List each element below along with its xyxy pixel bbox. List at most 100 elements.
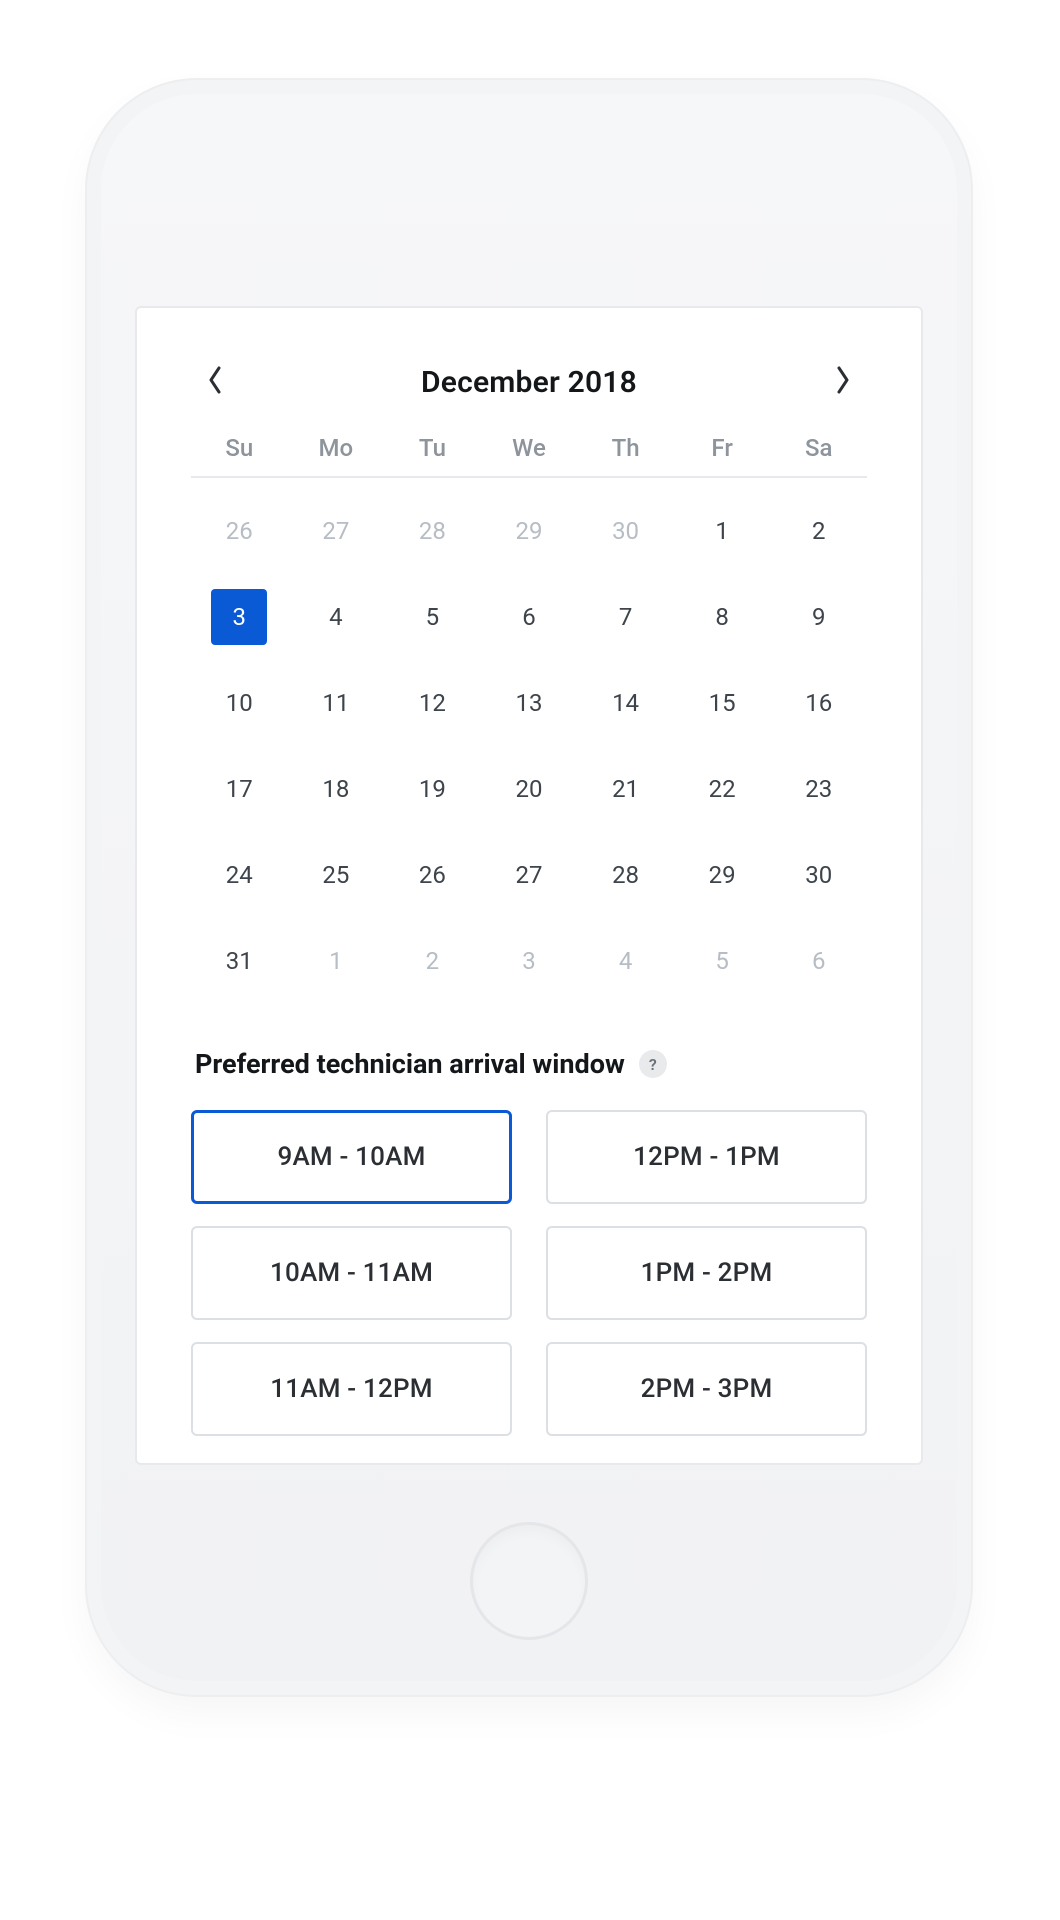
calendar-day[interactable]: 3 [481, 918, 578, 1004]
weekday-label: Th [577, 434, 674, 462]
weekday-label: Su [191, 434, 288, 462]
calendar-grid: 2627282930123456789101112131415161718192… [191, 488, 867, 1004]
calendar-day-label: 15 [694, 675, 750, 731]
calendar-day-label: 3 [501, 933, 557, 989]
calendar-weekday-row: Su Mo Tu We Th Fr Sa [191, 430, 867, 476]
calendar-day[interactable]: 27 [288, 488, 385, 574]
calendar-day[interactable]: 24 [191, 832, 288, 918]
calendar-day[interactable]: 11 [288, 660, 385, 746]
arrival-window-option[interactable]: 1PM - 2PM [546, 1226, 867, 1320]
calendar-day[interactable]: 5 [674, 918, 771, 1004]
calendar-day[interactable]: 5 [384, 574, 481, 660]
calendar-day-label: 21 [598, 761, 654, 817]
calendar-day[interactable]: 2 [770, 488, 867, 574]
calendar-day-label: 6 [791, 933, 847, 989]
calendar-day[interactable]: 20 [481, 746, 578, 832]
calendar-day[interactable]: 22 [674, 746, 771, 832]
calendar-day-label: 31 [211, 933, 267, 989]
calendar-day-label: 2 [791, 503, 847, 559]
calendar-day-label: 3 [211, 589, 267, 645]
calendar-day[interactable]: 10 [191, 660, 288, 746]
phone-frame: December 2018 Su Mo Tu We Th Fr Sa [87, 80, 971, 1695]
arrival-window-option[interactable]: 9AM - 10AM [191, 1110, 512, 1204]
calendar-day[interactable]: 4 [288, 574, 385, 660]
calendar-day[interactable]: 25 [288, 832, 385, 918]
next-month-button[interactable] [823, 362, 863, 402]
calendar-day-label: 24 [211, 847, 267, 903]
calendar-day-label: 5 [694, 933, 750, 989]
calendar-divider [191, 476, 867, 478]
calendar-day[interactable]: 13 [481, 660, 578, 746]
calendar-day-label: 28 [404, 503, 460, 559]
calendar-day[interactable]: 28 [577, 832, 674, 918]
calendar-day-label: 12 [404, 675, 460, 731]
calendar-day[interactable]: 27 [481, 832, 578, 918]
calendar-day[interactable]: 14 [577, 660, 674, 746]
calendar-day[interactable]: 18 [288, 746, 385, 832]
calendar-day[interactable]: 12 [384, 660, 481, 746]
calendar-day[interactable]: 1 [288, 918, 385, 1004]
calendar-day-label: 5 [404, 589, 460, 645]
calendar-day-label: 9 [791, 589, 847, 645]
calendar-day-label: 4 [308, 589, 364, 645]
weekday-label: Fr [674, 434, 771, 462]
calendar-day[interactable]: 19 [384, 746, 481, 832]
weekday-label: Sa [770, 434, 867, 462]
chevron-left-icon [207, 366, 223, 398]
calendar-day[interactable]: 2 [384, 918, 481, 1004]
calendar-day[interactable]: 26 [191, 488, 288, 574]
calendar-day[interactable]: 26 [384, 832, 481, 918]
calendar-day[interactable]: 8 [674, 574, 771, 660]
calendar-day-label: 17 [211, 761, 267, 817]
calendar-day-label: 25 [308, 847, 364, 903]
calendar-day-label: 14 [598, 675, 654, 731]
arrival-window-option[interactable]: 11AM - 12PM [191, 1342, 512, 1436]
calendar-day-label: 2 [404, 933, 460, 989]
screen-card: December 2018 Su Mo Tu We Th Fr Sa [135, 306, 923, 1465]
calendar-day-label: 30 [598, 503, 654, 559]
calendar-day[interactable]: 6 [770, 918, 867, 1004]
calendar-day[interactable]: 29 [481, 488, 578, 574]
calendar-header: December 2018 [191, 362, 867, 430]
calendar-day[interactable]: 1 [674, 488, 771, 574]
weekday-label: Tu [384, 434, 481, 462]
arrival-window-heading-row: Preferred technician arrival window ? [191, 1048, 867, 1080]
help-icon[interactable]: ? [639, 1050, 667, 1078]
calendar-day-label: 8 [694, 589, 750, 645]
calendar-day[interactable]: 7 [577, 574, 674, 660]
calendar-day[interactable]: 29 [674, 832, 771, 918]
calendar-day-label: 27 [501, 847, 557, 903]
calendar-day-label: 11 [308, 675, 364, 731]
calendar-day[interactable]: 16 [770, 660, 867, 746]
calendar-day[interactable]: 4 [577, 918, 674, 1004]
calendar-day-label: 6 [501, 589, 557, 645]
calendar-day-label: 13 [501, 675, 557, 731]
calendar-day[interactable]: 23 [770, 746, 867, 832]
calendar-day[interactable]: 6 [481, 574, 578, 660]
calendar-day-label: 7 [598, 589, 654, 645]
calendar-day-label: 16 [791, 675, 847, 731]
calendar-day-label: 28 [598, 847, 654, 903]
calendar-day[interactable]: 30 [770, 832, 867, 918]
calendar-day[interactable]: 31 [191, 918, 288, 1004]
calendar-day[interactable]: 3 [191, 574, 288, 660]
calendar-day[interactable]: 30 [577, 488, 674, 574]
home-button[interactable] [470, 1522, 588, 1640]
chevron-right-icon [835, 366, 851, 398]
calendar-day[interactable]: 28 [384, 488, 481, 574]
calendar-day[interactable]: 17 [191, 746, 288, 832]
calendar-day-label: 10 [211, 675, 267, 731]
calendar-day-label: 20 [501, 761, 557, 817]
calendar-day[interactable]: 21 [577, 746, 674, 832]
calendar-day[interactable]: 15 [674, 660, 771, 746]
calendar-day-label: 4 [598, 933, 654, 989]
calendar-day-label: 26 [211, 503, 267, 559]
calendar-day-label: 22 [694, 761, 750, 817]
weekday-label: Mo [288, 434, 385, 462]
arrival-window-option[interactable]: 12PM - 1PM [546, 1110, 867, 1204]
arrival-window-option[interactable]: 2PM - 3PM [546, 1342, 867, 1436]
calendar-day[interactable]: 9 [770, 574, 867, 660]
arrival-window-option[interactable]: 10AM - 11AM [191, 1226, 512, 1320]
calendar-day-label: 1 [308, 933, 364, 989]
prev-month-button[interactable] [195, 362, 235, 402]
